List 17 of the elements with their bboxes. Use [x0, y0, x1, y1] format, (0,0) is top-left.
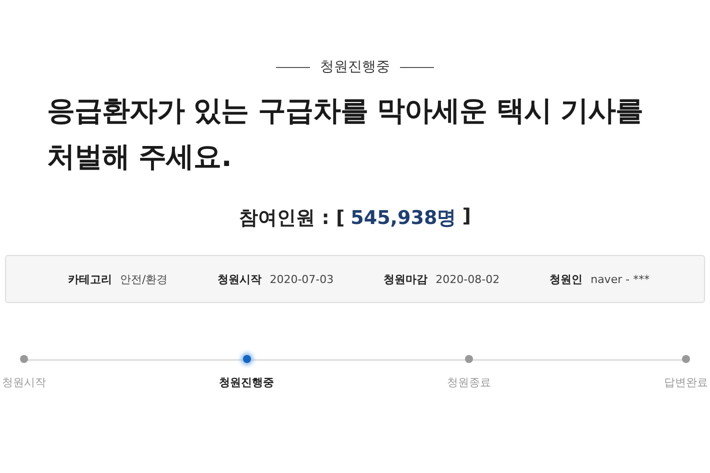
- info-value: 2020-07-03: [270, 272, 334, 286]
- step-label: 청원종료: [447, 375, 491, 390]
- step-label: 청원진행중: [219, 375, 274, 390]
- info-value: naver - ***: [590, 272, 650, 286]
- step-label: 청원시작: [2, 375, 46, 390]
- participants-count: 545,938명: [350, 206, 456, 231]
- info-label: 카테고리: [68, 272, 112, 286]
- info-value: 2020-08-02: [436, 272, 500, 286]
- bracket-text: ]: [462, 205, 471, 229]
- participants-label: 참여인원 : [: [239, 206, 345, 231]
- info-label: 청원인: [550, 272, 583, 286]
- info-value: 안전/환경: [120, 272, 168, 286]
- info-label: 청원시작: [218, 272, 262, 286]
- info-label: 청원마감: [384, 272, 428, 286]
- petition-title: 응급환자가 있는 구급차를 막아세운 택시 기사를 처벌해 주세요.: [47, 93, 644, 175]
- status-label: 청원진행중: [320, 58, 390, 76]
- step-label: 답변완료: [664, 375, 708, 390]
